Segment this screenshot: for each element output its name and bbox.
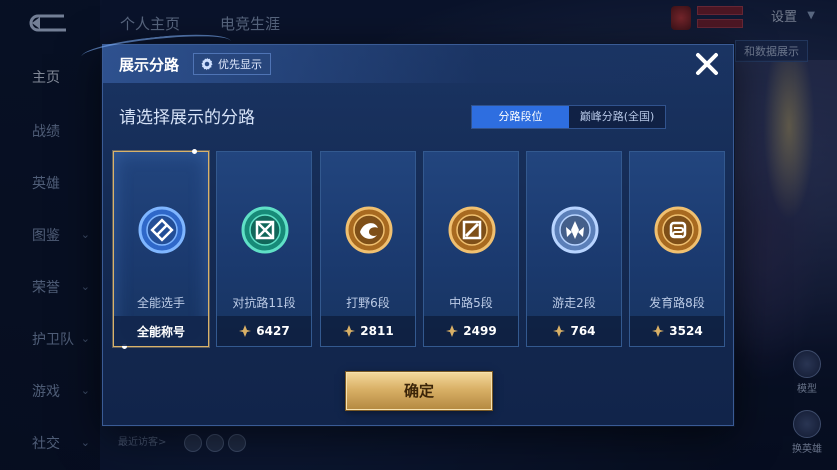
lane-display-dialog: 展示分路 优先显示 请选择展示的分路 分路段位 巅峰分路(全国) 全能选手全能称… <box>80 29 734 426</box>
rank-points-icon <box>342 324 356 338</box>
priority-display-button[interactable]: 优先显示 <box>193 53 271 75</box>
roam-emblem-icon <box>551 206 599 254</box>
lane-card-name: 发育路8段 <box>649 296 705 310</box>
lane-source-tabs: 分路段位 巅峰分路(全国) <box>471 105 666 129</box>
farm-lane-emblem-icon <box>654 206 702 254</box>
lane-card-name: 全能选手 <box>136 296 185 310</box>
priority-display-label: 优先显示 <box>218 58 262 71</box>
lane-card-footer-text: 2499 <box>463 324 497 338</box>
clash-lane-emblem-icon <box>241 206 289 254</box>
lane-card-footer-text: 6427 <box>256 324 290 338</box>
all-round-emblem-icon <box>138 206 186 254</box>
tab-lane-rank[interactable]: 分路段位 <box>472 106 569 128</box>
rank-points-icon <box>445 324 459 338</box>
selection-corner <box>192 149 197 154</box>
lane-card[interactable]: 发育路8段 3524 <box>629 151 725 347</box>
lane-card-name: 中路5段 <box>449 296 493 310</box>
confirm-button[interactable]: 确定 <box>346 372 492 410</box>
lane-card[interactable]: 对抗路11段 6427 <box>216 151 312 347</box>
lane-card-footer: 764 <box>527 316 621 346</box>
lane-card-footer-text: 3524 <box>669 324 703 338</box>
rank-points-icon <box>552 324 566 338</box>
lane-card[interactable]: 中路5段 2499 <box>423 151 519 347</box>
dialog-title: 展示分路 <box>119 56 180 74</box>
lane-card[interactable]: 打野6段 2811 <box>320 151 416 347</box>
rank-points-icon <box>651 324 665 338</box>
close-button[interactable] <box>693 50 721 78</box>
lane-card[interactable]: 全能选手 全能称号 <box>113 149 209 349</box>
lane-card-footer: 3524 <box>630 316 724 346</box>
close-icon <box>696 53 718 75</box>
mid-lane-emblem-icon <box>448 206 496 254</box>
tab-peak-lane-national[interactable]: 巅峰分路(全国) <box>569 106 665 128</box>
lane-card-footer: 2499 <box>424 316 518 346</box>
lane-card-name: 对抗路11段 <box>232 296 296 310</box>
dialog-subtitle: 请选择展示的分路 <box>119 108 255 128</box>
rank-points-icon <box>238 324 252 338</box>
lane-card-footer: 全能称号 <box>114 316 208 346</box>
lane-card[interactable]: 游走2段 764 <box>526 151 622 347</box>
lane-card-footer-text: 2811 <box>360 324 394 338</box>
lane-card-list: 全能选手 全能称号 对抗路11段 6427 打野6段 2811 中路5段 2499 游走2段 76… <box>113 149 727 349</box>
jungle-emblem-icon <box>345 206 393 254</box>
gear-icon <box>201 57 213 71</box>
lane-card-footer-text: 全能称号 <box>136 324 185 339</box>
lane-card-footer: 6427 <box>217 316 311 346</box>
lane-card-footer: 2811 <box>321 316 415 346</box>
lane-card-name: 游走2段 <box>552 296 596 310</box>
lane-card-name: 打野6段 <box>346 296 390 310</box>
lane-card-footer-text: 764 <box>570 324 596 338</box>
